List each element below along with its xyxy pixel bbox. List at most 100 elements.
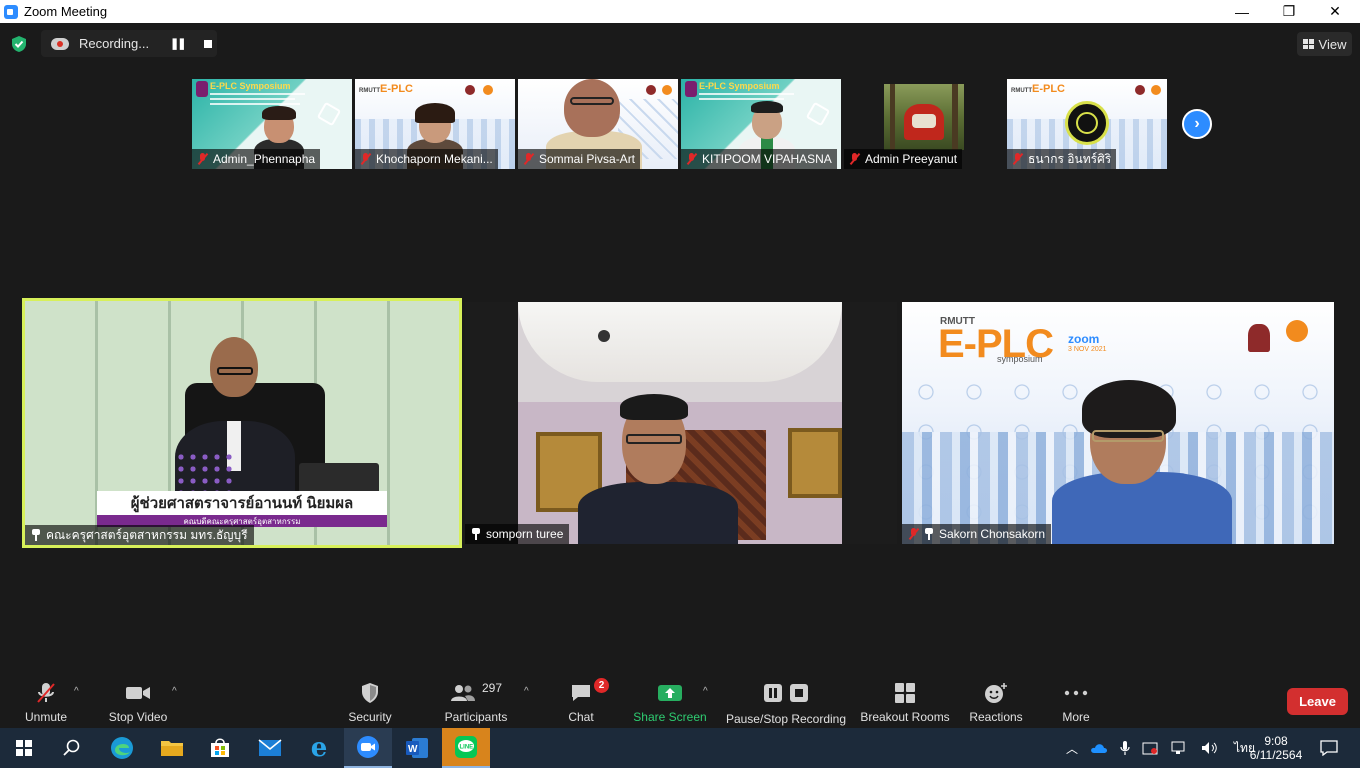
chevron-right-icon: › [1194,115,1200,132]
line-app-icon[interactable]: LINE [442,728,490,768]
mic-muted-icon [197,153,208,165]
window-title: Zoom Meeting [24,4,108,19]
stop-recording-icon[interactable] [204,39,213,48]
participants-icon [450,685,475,701]
share-options-caret[interactable]: ^ [703,686,708,697]
smiley-icon [984,680,1008,706]
audio-options-caret[interactable]: ^ [74,686,79,697]
view-label: View [1318,36,1347,52]
mic-muted-icon [849,153,860,165]
speaker-caption: ผู้ช่วยศาสตราจารย์อานนท์ นิยมผล [97,491,387,515]
maximize-button[interactable]: ❐ [1266,0,1312,23]
title-bar: Zoom Meeting — ❐ ✕ [0,0,1360,23]
store-icon[interactable] [196,728,244,768]
share-screen-icon [657,680,683,706]
participant-tile[interactable]: RMUTTE-PLC Khochaporn Mekani... [355,79,515,169]
notification-center-icon[interactable] [1305,728,1353,768]
security-button[interactable]: Security [344,678,396,728]
mic-muted-icon [1012,153,1023,165]
meeting-toolbar: Unmute ^ Stop Video ^ Security 297 Parti… [0,678,1360,728]
system-tray: ︿ ไทย [1066,728,1255,768]
slide-date: 3 NOV 2021 [1068,346,1107,353]
pause-recording-icon[interactable]: ❚❚ [170,37,187,50]
close-button[interactable]: ✕ [1312,0,1358,23]
flower-arrangement [175,451,235,491]
participant-avatar [1065,101,1109,145]
speaker-volume-icon[interactable] [1200,740,1218,756]
view-button[interactable]: View [1297,32,1352,56]
participant-nameplate: Admin Preeyanut [844,149,963,169]
breakout-rooms-icon [894,680,916,706]
participant-tile[interactable]: RMUTTE-PLC ธนากร อินทร์ศิริ [1007,79,1167,169]
internet-explorer-icon[interactable]: e [295,728,343,768]
ellipsis-icon [1064,680,1088,706]
participant-video[interactable]: RMUTT E-PLC symposium zoom 3 NOV 2021 Sa… [902,302,1334,544]
recording-label: Recording... [79,36,150,51]
participants-options-caret[interactable]: ^ [524,686,529,697]
active-speaker-video[interactable]: ผู้ช่วยศาสตราจารย์อานนท์ นิยมผล คณบดีคณะ… [22,298,462,548]
svg-text:LINE: LINE [460,745,474,751]
pause-stop-recording-button[interactable]: Pause/Stop Recording [724,678,848,728]
chat-unread-badge: 2 [594,678,609,693]
clock-time: 9:08 [1264,734,1288,748]
network-icon[interactable] [1170,740,1188,756]
reactions-button[interactable]: Reactions [966,678,1026,728]
edge-browser-icon[interactable] [98,728,146,768]
participant-nameplate: Sakorn Chonsakorn [902,524,1052,544]
unmute-button[interactable]: Unmute [20,678,72,728]
chat-bubble-icon: 2 [570,678,609,706]
svg-text:W: W [408,744,418,755]
stop-icon [790,684,808,702]
pause-icon [764,684,782,702]
onedrive-icon[interactable] [1090,742,1108,754]
participant-nameplate: ธนากร อินทร์ศิริ [1007,149,1117,169]
minimize-button[interactable]: — [1219,0,1265,23]
participant-nameplate: KITIPOOM VIPAHASNA [681,149,837,169]
chat-button[interactable]: 2 Chat [560,678,609,728]
participant-tile[interactable]: E-PLC Symposium KITIPOOM VIPAHASNA [681,79,841,169]
slide-logo: RMUTTE-PLC [359,83,413,95]
participant-tile[interactable]: E-PLC Symposium Admin_Phennapha [192,79,352,169]
video-camera-icon [125,680,151,706]
zoom-app-icon [4,4,18,19]
stop-video-button[interactable]: Stop Video [106,678,170,728]
participant-tile[interactable]: Sommai Pivsa-Art [518,79,678,169]
leave-button[interactable]: Leave [1287,688,1348,715]
chevron-up-icon[interactable]: ︿ [1066,740,1078,757]
participant-nameplate: Sommai Pivsa-Art [518,149,641,169]
mail-icon[interactable] [246,728,294,768]
pin-icon [31,529,41,541]
slide-zoom: zoom [1068,332,1100,346]
participants-count: 297 [481,681,503,695]
word-icon[interactable]: W [393,728,441,768]
slide-subtitle: symposium [997,354,1043,364]
zoom-taskbar-icon[interactable] [344,728,392,768]
faculty-logo [1286,320,1308,342]
encryption-shield-icon[interactable] [10,35,28,53]
cloud-record-icon [51,37,69,50]
gallery-view-icon [1302,39,1314,49]
breakout-rooms-button[interactable]: Breakout Rooms [858,678,952,728]
pin-icon [471,528,481,540]
participant-video[interactable]: somporn turee [465,302,897,544]
next-page-button[interactable]: › [1182,109,1212,139]
share-screen-button[interactable]: Share Screen [632,678,708,728]
microphone-icon[interactable] [1120,740,1130,756]
file-explorer-icon[interactable] [148,728,196,768]
meeting-stage: Recording... ❚❚ View E-PLC Symposium Adm… [0,23,1360,678]
search-icon[interactable] [48,728,96,768]
more-button[interactable]: More [1056,678,1096,728]
security-center-icon[interactable] [1142,740,1158,756]
recording-indicator: Recording... ❚❚ [41,30,217,57]
participant-nameplate: somporn turee [465,524,570,544]
windows-start-icon[interactable] [0,728,48,768]
shield-icon [360,680,380,706]
participant-tile[interactable]: Admin Preeyanut [844,79,1004,169]
clock[interactable]: 9:08 6/11/2564 [1246,728,1306,768]
participants-button[interactable]: 297 Participants [444,678,508,728]
video-options-caret[interactable]: ^ [172,686,177,697]
participant-avatar [884,84,964,150]
windows-taskbar: e W LINE ︿ ไทย 9:08 6/11/2564 [0,728,1360,768]
university-logo [196,81,208,97]
pin-icon [924,528,934,540]
